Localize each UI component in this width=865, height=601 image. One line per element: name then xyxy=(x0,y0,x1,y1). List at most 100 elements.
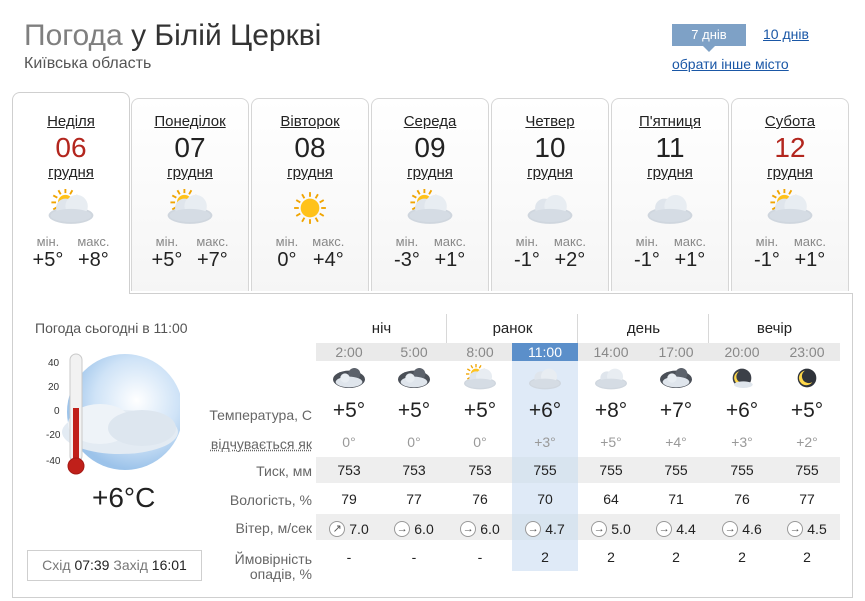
day-month[interactable]: грудня xyxy=(372,164,488,181)
scale-minus-20: -20 xyxy=(46,430,61,441)
day-tab-1[interactable]: Понеділок 07 грудня мін. +5° макс. +7° xyxy=(131,98,249,291)
min-label: мін. xyxy=(275,234,299,249)
min-label: мін. xyxy=(515,234,539,249)
period-night: ніч xyxy=(371,320,392,337)
tab-7-days[interactable]: 7 днів xyxy=(672,24,746,52)
pressure-label: Тиск, мм xyxy=(256,463,312,479)
hour-wind: → 6.0 xyxy=(381,519,447,537)
min-temp: -1° xyxy=(514,249,540,271)
min-label: мін. xyxy=(395,234,419,249)
hour-wind: → 5.0 xyxy=(578,519,644,537)
day-name[interactable]: П'ятниця xyxy=(612,113,728,130)
day-name[interactable]: Вівторок xyxy=(252,113,368,130)
hour-precipitation: - xyxy=(411,549,417,565)
day-tab-0[interactable]: Неділя 06 грудня мін. +5° макс. +8° xyxy=(12,92,130,294)
hour-precipitation: 2 xyxy=(672,549,680,565)
hour-feels-like: +4° xyxy=(665,434,687,450)
hour-temperature: +5° xyxy=(790,399,824,422)
day-name[interactable]: Субота xyxy=(732,113,848,130)
sunset-time: 16:01 xyxy=(151,557,187,573)
hour-time: 2:00 xyxy=(335,344,363,360)
day-tab-4[interactable]: Четвер 10 грудня мін. -1° макс. +2° xyxy=(491,98,609,291)
hour-pressure: 753 xyxy=(402,462,426,478)
max-temp: +1° xyxy=(434,249,466,271)
day-name[interactable]: Четвер xyxy=(492,113,608,130)
feels-like-label: відчувається як xyxy=(210,436,312,452)
scale-20: 20 xyxy=(48,382,60,393)
hour-humidity: 77 xyxy=(406,491,422,507)
hour-temperature: +5° xyxy=(463,399,497,422)
max-label: макс. xyxy=(196,234,229,249)
hour-time: 20:00 xyxy=(724,344,760,360)
day-name[interactable]: Середа xyxy=(372,113,488,130)
now-title: Погода сьогодні в 11:00 xyxy=(35,320,188,336)
day-month[interactable]: грудня xyxy=(492,164,608,181)
wind-direction-icon: ↗ xyxy=(329,521,346,537)
choose-other-city-link[interactable]: обрати інше місто xyxy=(672,56,789,72)
hour-precipitation: 2 xyxy=(541,549,549,565)
wind-speed: 5.0 xyxy=(611,521,631,537)
hour-feels-like: 0° xyxy=(407,434,421,450)
sunrise-time: 07:39 xyxy=(74,557,110,573)
max-temp: +1° xyxy=(674,249,706,271)
wind-direction-icon: → xyxy=(787,521,804,537)
partly-cloudy-icon xyxy=(372,188,488,232)
day-tab-5[interactable]: П'ятниця 11 грудня мін. -1° макс. +1° xyxy=(611,98,729,291)
wind-speed: 4.7 xyxy=(545,521,565,537)
wind-direction-icon: → xyxy=(656,521,673,537)
hour-temperature: +5° xyxy=(332,399,366,422)
hour-feels-like: 0° xyxy=(342,434,356,450)
min-label: мін. xyxy=(36,234,60,249)
day-month[interactable]: грудня xyxy=(612,164,728,181)
hour-precipitation: - xyxy=(477,549,483,565)
hour-pressure: 753 xyxy=(337,462,361,478)
cloudy-night-icon xyxy=(381,364,447,395)
day-number: 07 xyxy=(174,132,206,163)
day-tab-6[interactable]: Субота 12 грудня мін. -1° макс. +1° xyxy=(731,98,849,291)
cloud-icon xyxy=(578,364,644,395)
max-label: макс. xyxy=(793,234,826,249)
scale-minus-40: -40 xyxy=(46,456,61,467)
precip-label-line1: Ймовірність xyxy=(234,551,312,567)
partly-cloudy-icon xyxy=(732,188,848,232)
sun-times: Схід 07:39 Захід 16:01 xyxy=(27,550,202,581)
hour-feels-like: 0° xyxy=(473,434,487,450)
cloudy-night-icon xyxy=(643,364,709,395)
max-temp: +2° xyxy=(554,249,586,271)
page-title: Погода у Білій Церкві xyxy=(24,18,321,54)
hour-temperature: +6° xyxy=(528,399,562,422)
hour-humidity: 77 xyxy=(799,491,815,507)
cloud-icon xyxy=(512,364,578,395)
max-label: макс. xyxy=(312,234,345,249)
day-name[interactable]: Понеділок xyxy=(132,113,248,130)
hour-pressure: 755 xyxy=(730,462,754,478)
day-month[interactable]: грудня xyxy=(732,164,848,181)
day-tab-3[interactable]: Середа 09 грудня мін. -3° макс. +1° xyxy=(371,98,489,291)
tab-10-days[interactable]: 10 днів xyxy=(763,26,809,42)
max-temp: +1° xyxy=(794,249,826,271)
hour-wind: → 4.5 xyxy=(774,519,840,537)
day-tab-2[interactable]: Вівторок 08 грудня мін. 0° макс. +4° xyxy=(251,98,369,291)
day-month[interactable]: грудня xyxy=(252,164,368,181)
thermometer-icon: 40 20 0 -20 -40 xyxy=(46,353,180,475)
hour-temperature: +7° xyxy=(659,399,693,422)
max-label: макс. xyxy=(553,234,586,249)
wind-speed: 4.4 xyxy=(676,521,696,537)
max-temp: +4° xyxy=(312,249,344,271)
moon-icon xyxy=(774,364,840,395)
hour-humidity: 70 xyxy=(537,491,553,507)
period-morning: ранок xyxy=(492,320,533,337)
hour-feels-like: +3° xyxy=(731,434,753,450)
hour-feels-like: +5° xyxy=(600,434,622,450)
hour-pressure: 755 xyxy=(795,462,819,478)
hour-precipitation: 2 xyxy=(803,549,811,565)
hour-humidity: 76 xyxy=(472,491,488,507)
day-name[interactable]: Неділя xyxy=(13,113,129,130)
hour-pressure: 755 xyxy=(533,462,557,478)
min-label: мін. xyxy=(155,234,179,249)
min-temp: -1° xyxy=(754,249,780,271)
sunset-label: Захід xyxy=(113,557,148,573)
day-month[interactable]: грудня xyxy=(132,164,248,181)
hour-feels-like: +2° xyxy=(796,434,818,450)
day-month[interactable]: грудня xyxy=(13,164,129,181)
